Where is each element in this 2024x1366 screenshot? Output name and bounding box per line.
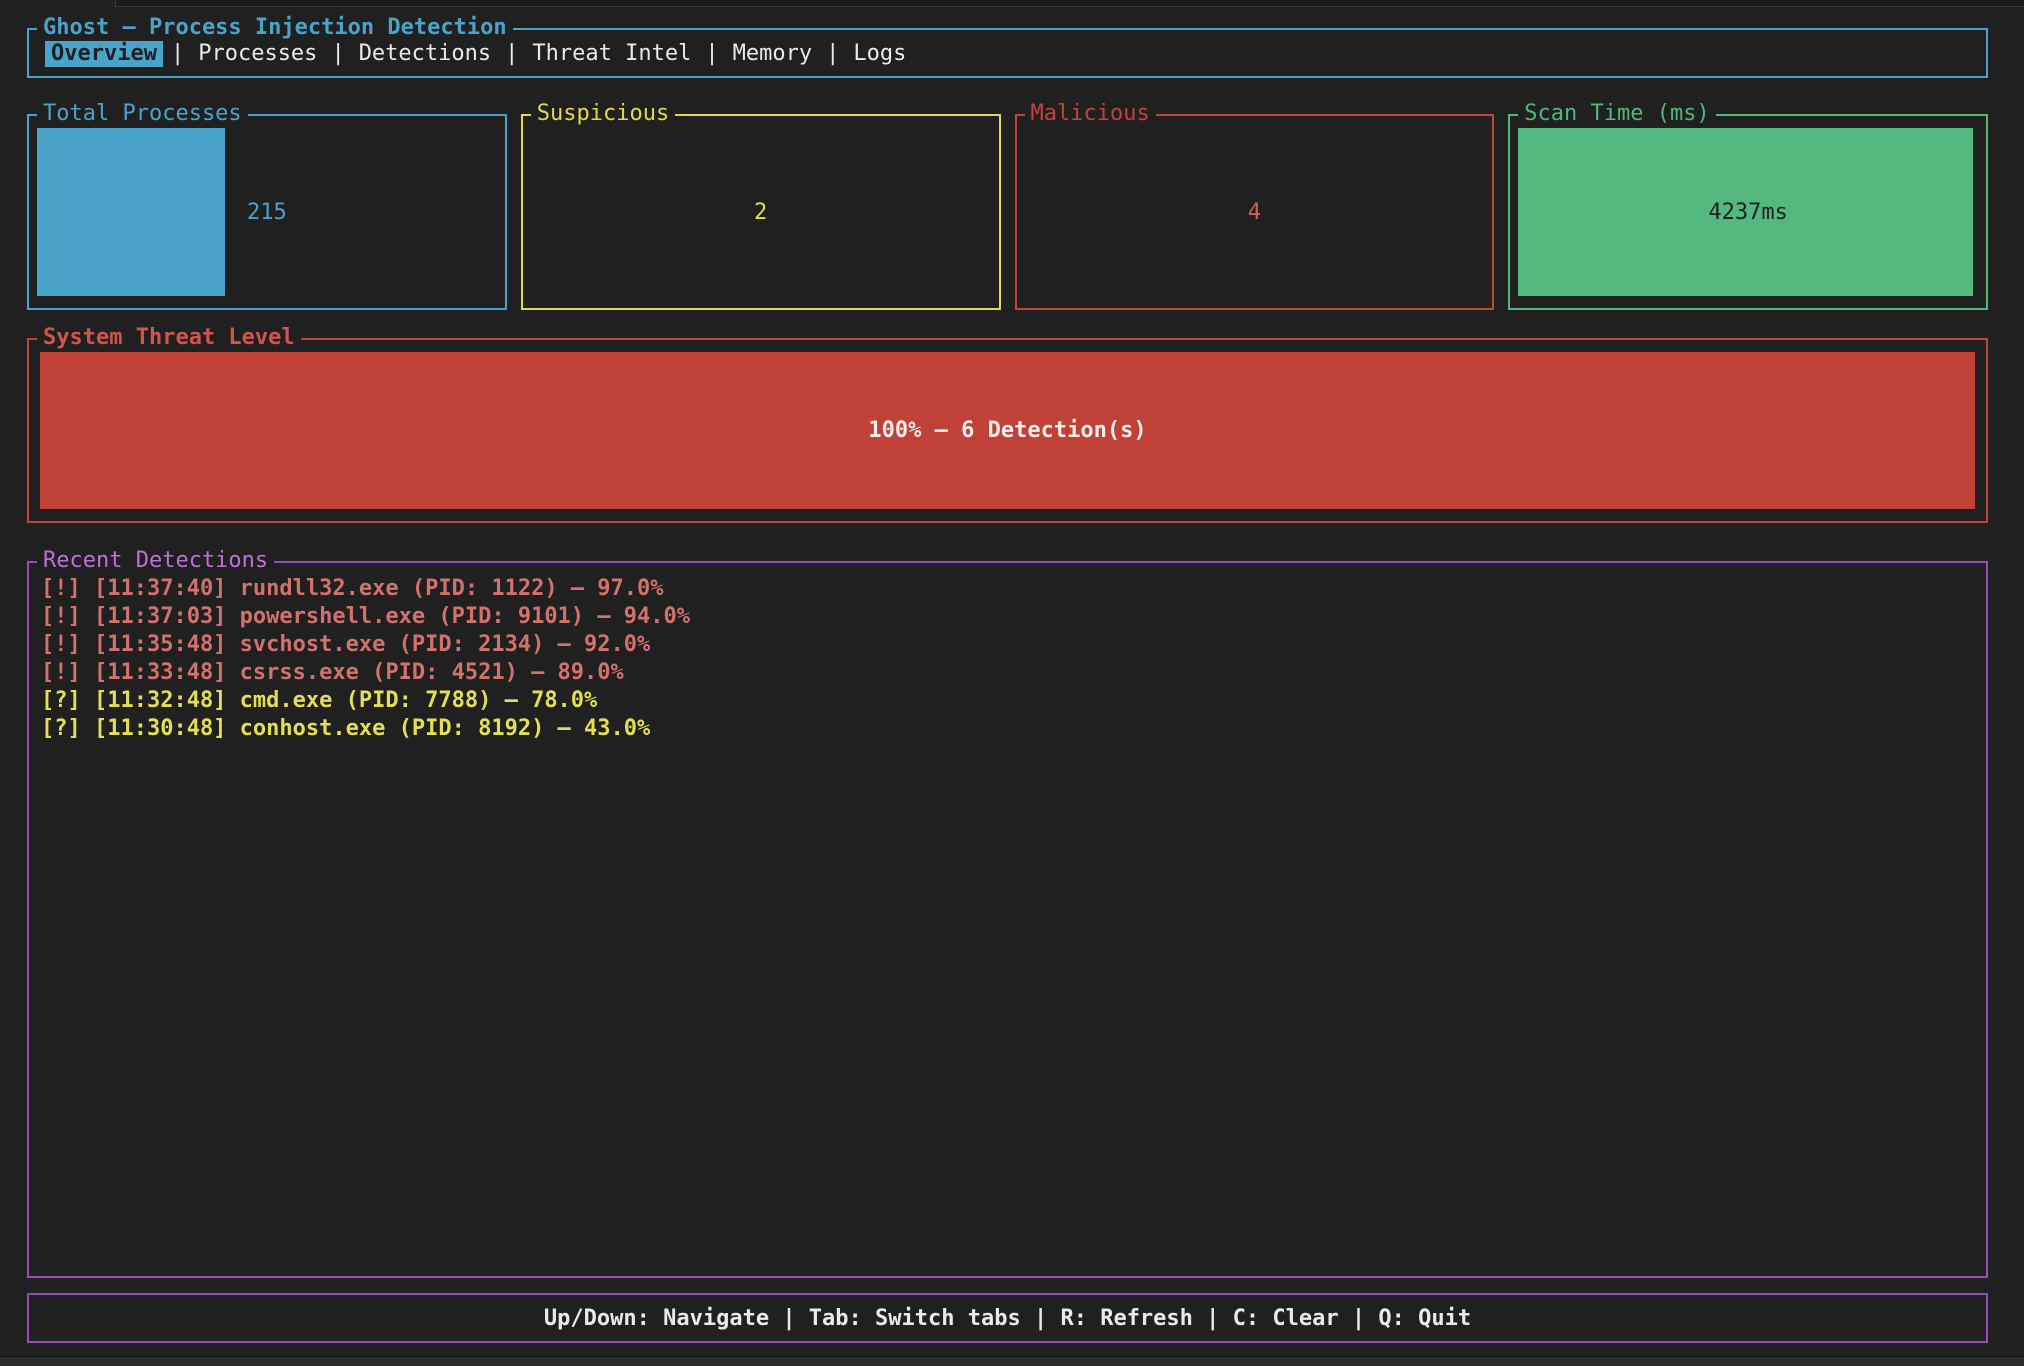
stat-panel-total-processes: Total Processes 215 — [27, 114, 507, 310]
scan-time-gauge: 4237ms — [1518, 128, 1978, 296]
stat-title-scan-time: Scan Time (ms) — [1518, 101, 1715, 127]
threat-level-title: System Threat Level — [37, 325, 301, 351]
threat-level-panel: System Threat Level 100% — 6 Detection(s… — [27, 338, 1988, 523]
list-item[interactable]: [!] [11:37:03] powershell.exe (PID: 9101… — [41, 603, 1986, 631]
stat-title-malicious: Malicious — [1025, 101, 1156, 127]
list-item[interactable]: [?] [11:30:48] conhost.exe (PID: 8192) —… — [41, 715, 1986, 743]
suspicious-value: 2 — [531, 128, 991, 296]
threat-level-value: 100% — 6 Detection(s) — [40, 352, 1975, 509]
stat-panel-malicious: Malicious 4 — [1015, 114, 1495, 310]
stat-panel-suspicious: Suspicious 2 — [521, 114, 1001, 310]
threat-level-gauge: 100% — 6 Detection(s) — [40, 352, 1975, 509]
list-item[interactable]: [!] [11:35:48] svchost.exe (PID: 2134) —… — [41, 631, 1986, 659]
stat-title-suspicious: Suspicious — [531, 101, 675, 127]
tab-detections[interactable]: Detections — [353, 40, 497, 67]
tab-processes[interactable]: Processes — [192, 40, 323, 67]
list-item[interactable]: [!] [11:33:48] csrss.exe (PID: 4521) — 8… — [41, 659, 1986, 687]
total-processes-gauge: 215 — [37, 128, 497, 296]
stat-panel-scan-time: Scan Time (ms) 4237ms — [1508, 114, 1988, 310]
tab-threat-intel[interactable]: Threat Intel — [526, 40, 697, 67]
tab-separator: | — [818, 41, 847, 66]
malicious-value: 4 — [1025, 128, 1485, 296]
terminal-screen: Ghost — Process Injection Detection Over… — [0, 0, 2024, 1366]
list-item[interactable]: [?] [11:32:48] cmd.exe (PID: 7788) — 78.… — [41, 687, 1986, 715]
tab-logs[interactable]: Logs — [847, 40, 912, 67]
tab-overview[interactable]: Overview — [45, 40, 163, 67]
detection-list: [!] [11:37:40] rundll32.exe (PID: 1122) … — [29, 563, 1986, 743]
tab-separator: | — [697, 41, 726, 66]
window-chrome-edge — [115, 0, 2024, 7]
scan-time-value: 4237ms — [1518, 128, 1978, 296]
tab-separator: | — [323, 41, 352, 66]
recent-detections-panel: Recent Detections [!] [11:37:40] rundll3… — [27, 561, 1988, 1278]
tab-separator: | — [497, 41, 526, 66]
suspicious-gauge: 2 — [531, 128, 991, 296]
stats-row: Total Processes 215 Suspicious 2 Malicio… — [27, 114, 1988, 310]
total-processes-value: 215 — [37, 128, 497, 296]
tab-memory[interactable]: Memory — [727, 40, 818, 67]
tab-separator: | — [163, 41, 192, 66]
app-title: Ghost — Process Injection Detection — [37, 15, 513, 41]
malicious-gauge: 4 — [1025, 128, 1485, 296]
status-bar: Up/Down: Navigate | Tab: Switch tabs | R… — [27, 1293, 1988, 1343]
keyboard-shortcuts-hint: Up/Down: Navigate | Tab: Switch tabs | R… — [544, 1306, 1471, 1331]
recent-detections-title: Recent Detections — [37, 548, 274, 574]
list-item[interactable]: [!] [11:37:40] rundll32.exe (PID: 1122) … — [41, 575, 1986, 603]
window-chrome-bottom-edge — [0, 1356, 2024, 1366]
tab-bar-panel: Ghost — Process Injection Detection Over… — [27, 28, 1988, 78]
stat-title-total-processes: Total Processes — [37, 101, 248, 127]
